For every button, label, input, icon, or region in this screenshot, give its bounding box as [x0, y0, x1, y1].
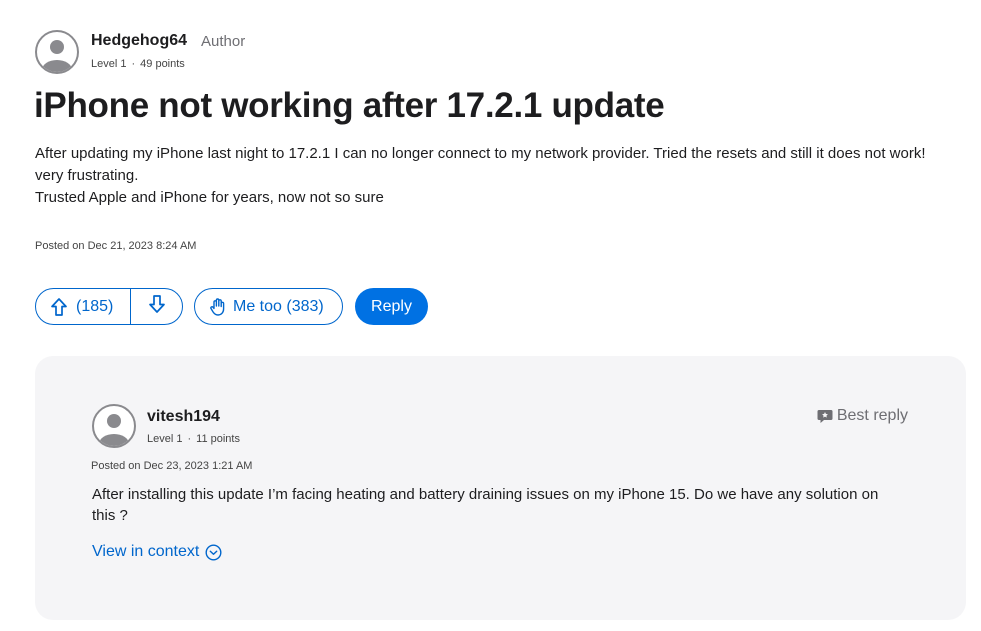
- post-paragraph: Trusted Apple and iPhone for years, now …: [35, 189, 384, 206]
- author-avatar[interactable]: [35, 30, 79, 74]
- reply-author-points: 11 points: [196, 433, 240, 445]
- best-reply-label: Best reply: [836, 407, 908, 424]
- author-level: Level 1: [91, 58, 127, 70]
- author-meta: Level 1 · 49 points: [91, 58, 185, 70]
- reply-button[interactable]: Reply: [355, 288, 428, 325]
- reply-author-level: Level 1: [147, 433, 183, 445]
- best-reply-badge: Best reply: [817, 407, 908, 425]
- user-avatar-icon: [42, 40, 72, 72]
- chevron-down-circle-icon: [205, 543, 222, 561]
- reply-body: After installing this update I’m facing …: [92, 486, 879, 524]
- view-in-context-link[interactable]: View in context: [92, 543, 222, 561]
- post-paragraph: After updating my iPhone last night to 1…: [35, 145, 926, 162]
- post-body: After updating my iPhone last night to 1…: [35, 143, 970, 209]
- upvote-count: (185): [76, 297, 114, 315]
- meta-separator: ·: [131, 58, 136, 70]
- vote-group: (185): [35, 288, 183, 325]
- raised-hand-icon: [208, 297, 228, 317]
- reply-avatar[interactable]: [92, 404, 136, 448]
- author-name[interactable]: Hedgehog64: [91, 32, 187, 50]
- upvote-button[interactable]: (185): [36, 289, 131, 324]
- author-points: 49 points: [140, 58, 185, 70]
- me-too-button[interactable]: Me too (383): [194, 288, 343, 325]
- speech-bubble-icon: [817, 409, 833, 424]
- reply-timestamp: Posted on Dec 23, 2023 1:21 AM: [91, 460, 253, 472]
- author-badge: Author: [201, 33, 246, 50]
- me-too-label: Me too (383): [233, 297, 324, 315]
- user-avatar-icon: [99, 414, 129, 446]
- post-timestamp: Posted on Dec 21, 2023 8:24 AM: [35, 240, 197, 252]
- reply-author-meta: Level 1 · 11 points: [147, 433, 240, 445]
- reply-author-name[interactable]: vitesh194: [147, 408, 220, 426]
- downvote-button[interactable]: [131, 289, 182, 324]
- arrow-up-icon: [50, 297, 68, 317]
- arrow-down-icon: [148, 294, 166, 319]
- meta-separator: ·: [187, 433, 192, 445]
- page-title: iPhone not working after 17.2.1 update: [34, 86, 665, 125]
- best-reply-card: vitesh194 Level 1 · 11 points Best reply P…: [35, 356, 966, 620]
- view-in-context-label: View in context: [92, 543, 200, 560]
- post-paragraph: very frustrating.: [35, 167, 139, 184]
